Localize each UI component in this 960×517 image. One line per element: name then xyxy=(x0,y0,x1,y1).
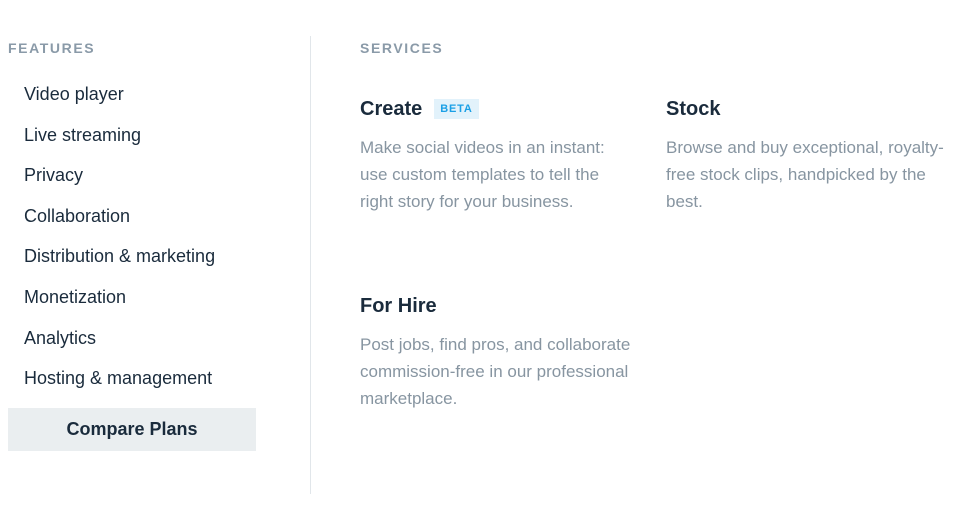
service-create-title-row: Create BETA xyxy=(360,97,630,121)
column-divider xyxy=(310,36,311,494)
services-heading: SERVICES xyxy=(360,40,444,56)
beta-badge: BETA xyxy=(434,99,479,119)
service-for-hire-title: For Hire xyxy=(360,295,437,317)
service-create[interactable]: Create BETA Make social videos in an ins… xyxy=(360,97,630,215)
compare-plans-button[interactable]: Compare Plans xyxy=(8,408,256,451)
service-stock-title: Stock xyxy=(666,98,721,120)
service-stock[interactable]: Stock Browse and buy exceptional, royalt… xyxy=(666,97,946,215)
service-for-hire-description: Post jobs, find pros, and collaborate co… xyxy=(360,335,631,408)
service-create-description: Make social videos in an instant: use cu… xyxy=(360,138,605,211)
feature-link-hosting-management[interactable]: Hosting & management xyxy=(24,366,215,407)
feature-link-privacy[interactable]: Privacy xyxy=(24,163,215,204)
feature-link-analytics[interactable]: Analytics xyxy=(24,326,215,367)
feature-link-distribution-marketing[interactable]: Distribution & marketing xyxy=(24,244,215,285)
service-create-title: Create xyxy=(360,98,423,120)
service-for-hire[interactable]: For Hire Post jobs, find pros, and colla… xyxy=(360,294,635,412)
feature-link-collaboration[interactable]: Collaboration xyxy=(24,204,215,245)
features-list: Video player Live streaming Privacy Coll… xyxy=(24,82,215,407)
feature-link-monetization[interactable]: Monetization xyxy=(24,285,215,326)
service-stock-description: Browse and buy exceptional, royalty-free… xyxy=(666,138,944,211)
feature-link-live-streaming[interactable]: Live streaming xyxy=(24,123,215,164)
feature-link-video-player[interactable]: Video player xyxy=(24,82,215,123)
features-heading: FEATURES xyxy=(8,40,96,56)
